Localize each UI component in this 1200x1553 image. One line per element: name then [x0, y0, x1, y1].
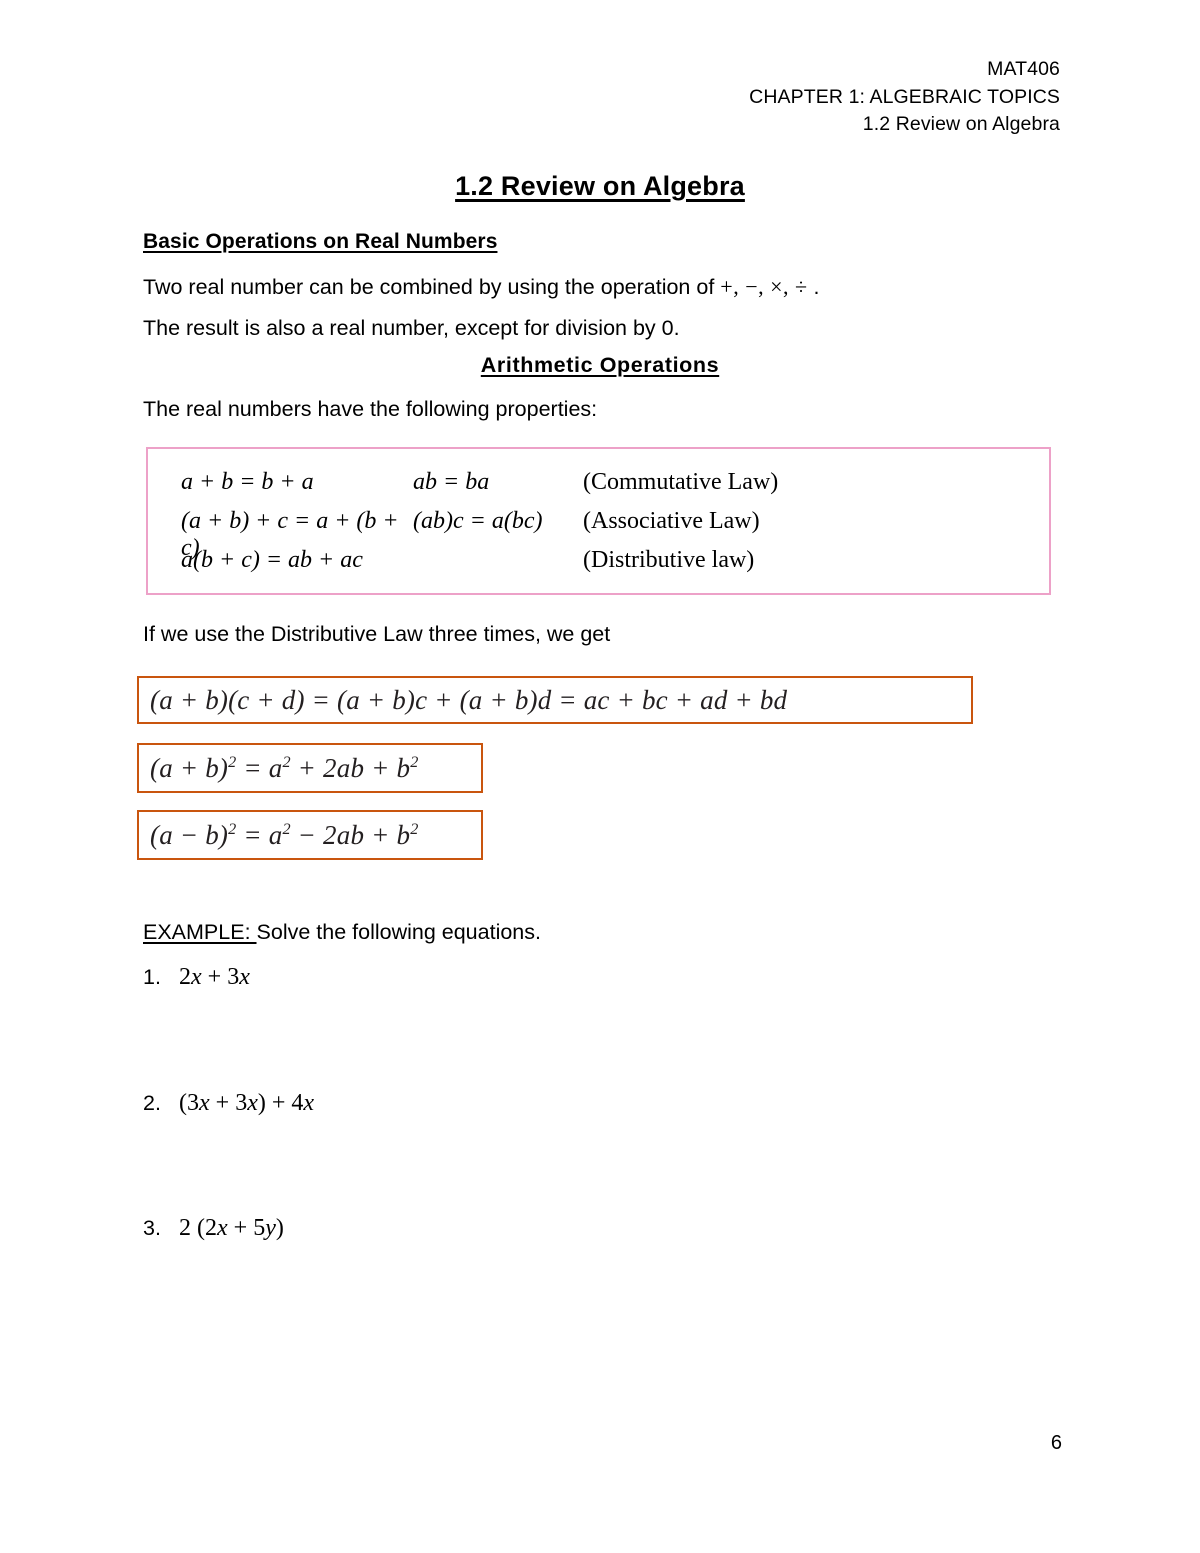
question-expression: (3x + 3x) + 4x — [179, 1090, 315, 1116]
header-line-section: 1.2 Review on Algebra — [862, 113, 1060, 136]
law-name: (Associative Law) — [583, 508, 760, 534]
law-equation-secondary: (ab)c = a(bc) — [413, 508, 543, 534]
distributive-law-note: If we use the Distributive Law three tim… — [143, 622, 611, 646]
arithmetic-laws-box: a + b = b + a ab = ba (Commutative Law) … — [146, 447, 1051, 595]
identity-box-square-sum: (a + b)2 = a2 + 2ab + b2 — [137, 743, 483, 793]
intro-sentence-operations: Two real number can be combined by using… — [143, 273, 820, 302]
law-name: (Distributive law) — [583, 547, 755, 573]
subheading-arithmetic-operations-text: Arithmetic Operations — [480, 353, 720, 377]
header-line-course: MAT406 — [987, 58, 1060, 80]
list-item: 2. (3x + 3x) + 4x — [143, 1090, 314, 1117]
document-page: MAT406 CHAPTER 1: ALGEBRAIC TOPICS 1.2 R… — [0, 0, 1200, 1553]
identity-expression: (a + b)(c + d) = (a + b)c + (a + b)d = a… — [150, 684, 788, 715]
law-row: a(b + c) = ab + ac (Distributive law) — [181, 547, 843, 586]
intro-sentence-suffix: . — [807, 275, 820, 299]
example-label: EXAMPLE: — [143, 920, 257, 944]
document-header: MAT406 CHAPTER 1: ALGEBRAIC TOPICS 1.2 R… — [749, 56, 1060, 139]
intro-sentence-prefix: Two real number can be combined by using… — [143, 275, 721, 299]
identity-expression: (a + b)2 = a2 + 2ab + b2 — [150, 752, 419, 783]
question-number: 3. — [143, 1216, 161, 1240]
list-item: 1. 2x + 3x — [143, 964, 250, 991]
question-expression: 2x + 3x — [179, 964, 250, 990]
page-title-text: 1.2 Review on Algebra — [455, 171, 745, 201]
properties-lead-text: The real numbers have the following prop… — [143, 397, 598, 421]
operation-symbols: +, −, ×, ÷ — [720, 274, 808, 299]
header-line-chapter: CHAPTER 1: ALGEBRAIC TOPICS — [749, 85, 1060, 108]
identity-box-expansion: (a + b)(c + d) = (a + b)c + (a + b)d = a… — [137, 676, 973, 724]
question-number: 1. — [143, 965, 161, 989]
question-expression: 2 (2x + 5y) — [179, 1215, 284, 1241]
page-title: 1.2 Review on Algebra — [0, 171, 1200, 202]
law-equation-primary: a + b = b + a — [181, 469, 314, 495]
example-instruction: Solve the following equations. — [256, 920, 541, 944]
section-heading-basic-operations: Basic Operations on Real Numbers — [143, 230, 498, 253]
example-line: EXAMPLE: Solve the following equations. — [143, 920, 541, 945]
question-number: 2. — [143, 1091, 161, 1115]
law-equation-secondary: ab = ba — [413, 469, 490, 495]
law-row: (a + b) + c = a + (b + c) (ab)c = a(bc) … — [181, 508, 843, 561]
list-item: 3. 2 (2x + 5y) — [143, 1215, 284, 1242]
law-equation-primary: a(b + c) = ab + ac — [181, 547, 363, 573]
law-name: (Commutative Law) — [583, 469, 779, 495]
subheading-arithmetic-operations: Arithmetic Operations — [0, 353, 1200, 378]
page-number: 6 — [1050, 1432, 1062, 1454]
identity-box-square-difference: (a − b)2 = a2 − 2ab + b2 — [137, 810, 483, 860]
intro-sentence-division: The result is also a real number, except… — [143, 316, 680, 340]
arithmetic-laws-rows: a + b = b + a ab = ba (Commutative Law) … — [181, 469, 843, 586]
law-row: a + b = b + a ab = ba (Commutative Law) — [181, 469, 843, 508]
identity-expression: (a − b)2 = a2 − 2ab + b2 — [150, 819, 419, 850]
